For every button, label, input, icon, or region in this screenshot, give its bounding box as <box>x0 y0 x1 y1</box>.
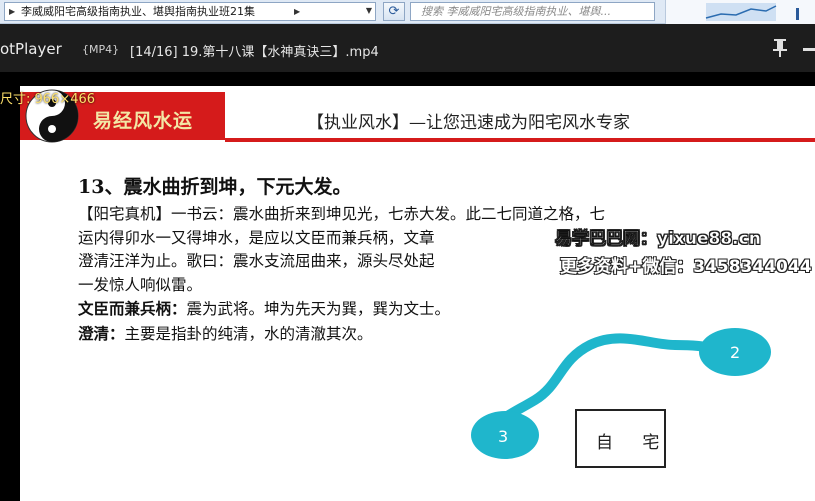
slide-header: 易经风水运 【执业风水】—让您迅速成为阳宅风水专家 <box>20 86 815 143</box>
chevron-right-icon[interactable]: ▶ <box>294 3 300 20</box>
slide-tagline: 【执业风水】—让您迅速成为阳宅风水专家 <box>307 113 630 133</box>
thumbnail-preview <box>665 0 815 24</box>
address-dropdown-button[interactable]: ▼ <box>362 3 376 19</box>
brand-name: 易经风水运 <box>93 110 194 132</box>
player-titlebar: otPlayer {MP4} [14/16] 19.第十八课【水神真诀三】.mp… <box>0 24 815 72</box>
body-line: 【阳宅真机】一书云：震水曲折来到坤见光，七赤大发。此二七同道之格，七 <box>78 205 606 223</box>
term-line: 文臣而兼兵柄：震为武将。坤为先天为巽，巽为文士。 <box>78 297 798 322</box>
file-title: [14/16] 19.第十八课【水神真诀三】.mp4 <box>130 45 379 60</box>
pin-icon[interactable] <box>771 38 789 58</box>
search-input[interactable]: 搜索 李威威阳宅高级指南执业、堪舆... <box>410 2 655 21</box>
address-bar[interactable]: ▶ 李威威阳宅高级指南执业、堪舆指南执业班21集 ▶ <box>4 2 376 21</box>
term-line: 澄清：主要是指卦的纯清，水的清澈其次。 <box>78 322 798 347</box>
node-3-label: 3 <box>498 427 509 446</box>
explorer-toolbar: ▶ 李威威阳宅高级指南执业、堪舆指南执业班21集 ▶ ▼ ⟳ 搜索 李威威阳宅高… <box>0 0 815 24</box>
resolution-label: 尺寸: 966×466 <box>0 92 96 107</box>
term-text: 震为武将。坤为先天为巽，巽为文士。 <box>186 300 451 318</box>
watermark-contact: 更多资料+微信：3458344044 <box>560 257 812 277</box>
body-line: 一发惊人响似雷。 <box>78 275 203 294</box>
node-2-label: 2 <box>730 343 741 362</box>
address-segment[interactable]: 李威威阳宅高级指南执业、堪舆指南执业班21集 <box>21 3 255 20</box>
app-name: otPlayer <box>0 40 62 58</box>
slide: 易经风水运 【执业风水】—让您迅速成为阳宅风水专家 13、震水曲折到坤，下元大发… <box>20 86 815 501</box>
chevron-right-icon: ▶ <box>9 7 16 16</box>
format-badge: {MP4} <box>82 43 120 56</box>
term-label: 文臣而兼兵柄： <box>78 299 187 318</box>
section-heading: 13、震水曲折到坤，下元大发。 <box>78 176 352 198</box>
refresh-button[interactable]: ⟳ <box>383 2 405 21</box>
minimize-icon[interactable] <box>803 48 815 51</box>
header-divider <box>225 138 815 142</box>
house-label: 自 宅 <box>596 433 672 453</box>
watermark-site: 易学巴巴网：yixue88.cn <box>555 229 761 249</box>
term-label: 澄清： <box>78 323 125 343</box>
term-text: 主要是指卦的纯清，水的清澈其次。 <box>124 324 373 343</box>
